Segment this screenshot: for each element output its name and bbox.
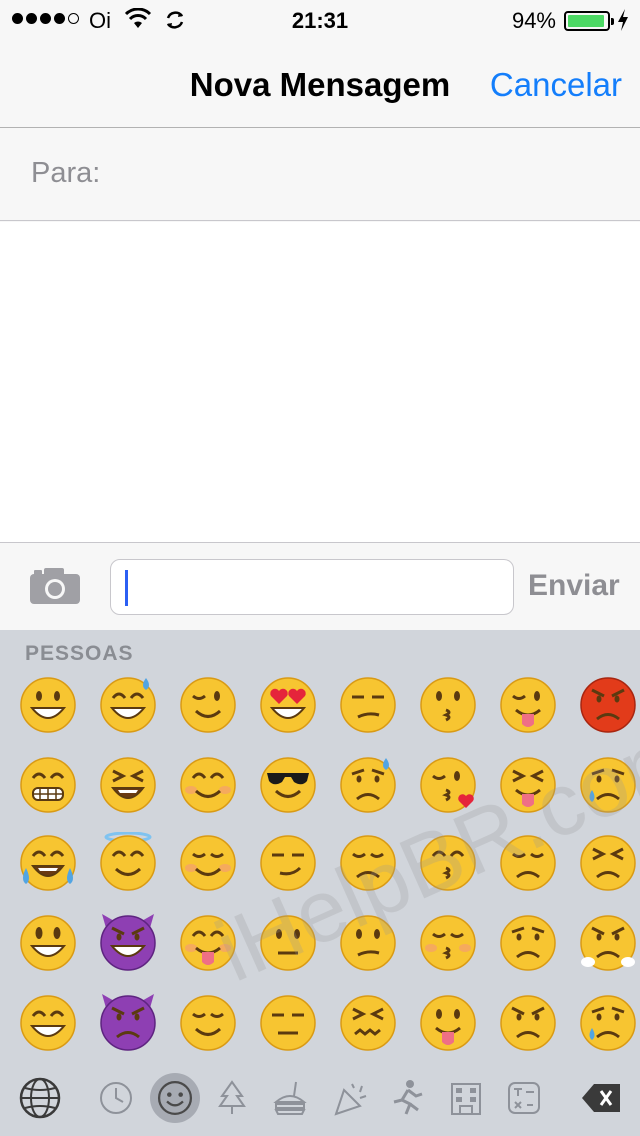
pensive-face[interactable] [338, 832, 398, 892]
disappointed-face[interactable] [498, 832, 558, 892]
message-thread-area [0, 222, 640, 542]
smiling-devil-face[interactable] [98, 912, 158, 972]
confounded-face[interactable] [338, 992, 398, 1052]
confused-face[interactable] [338, 912, 398, 972]
delete-icon[interactable] [578, 1076, 622, 1120]
laughing-squint-face[interactable] [98, 754, 158, 814]
grinning-face[interactable] [18, 674, 78, 734]
kissing-face[interactable] [418, 674, 478, 734]
winking-face[interactable] [178, 674, 238, 734]
heart-eyes-face[interactable] [258, 674, 318, 734]
recent-clock-icon[interactable] [94, 1076, 138, 1120]
grimacing-face[interactable] [18, 754, 78, 814]
sad-sweat-face[interactable] [578, 992, 638, 1052]
smiley-icon[interactable] [150, 1073, 200, 1123]
nature-tree-icon[interactable] [210, 1076, 254, 1120]
halo-face[interactable] [98, 832, 158, 892]
triumph-face[interactable] [578, 912, 638, 972]
crying-face[interactable] [578, 754, 638, 814]
yummy-face[interactable] [178, 912, 238, 972]
recipient-field[interactable]: Para: [0, 129, 640, 221]
squinting-tongue-face[interactable] [498, 754, 558, 814]
blowing-kiss-face[interactable] [418, 754, 478, 814]
tears-of-joy-face[interactable] [18, 832, 78, 892]
angry-devil-face[interactable] [98, 992, 158, 1052]
cold-sweat-face[interactable] [338, 754, 398, 814]
celebration-icon[interactable] [328, 1076, 372, 1120]
winking-tongue-face[interactable] [498, 674, 558, 734]
smiling-blush-face[interactable] [178, 754, 238, 814]
status-bar: Oi 21:31 94% [0, 0, 640, 40]
unamused-face[interactable] [338, 674, 398, 734]
text-caret [125, 570, 128, 606]
relieved-content-face[interactable] [178, 992, 238, 1052]
battery-percentage: 94% [511, 8, 556, 33]
kissing-closed-eyes-face[interactable] [418, 912, 478, 972]
camera-icon[interactable] [28, 566, 82, 606]
cancel-button[interactable]: Cancelar [490, 66, 622, 104]
neutral-face[interactable] [258, 912, 318, 972]
navigation-bar: Nova Mensagem Cancelar [0, 40, 640, 128]
recipient-label: Para: [31, 157, 101, 189]
send-button[interactable]: Enviar [528, 569, 620, 603]
kissing-smiling-eyes-face[interactable] [418, 832, 478, 892]
emoji-category-label: PESSOAS [25, 642, 134, 665]
relieved-face[interactable] [178, 832, 238, 892]
smirking-face[interactable] [258, 832, 318, 892]
persevering-face[interactable] [578, 832, 638, 892]
sunglasses-face[interactable] [258, 754, 318, 814]
angry-face[interactable] [498, 992, 558, 1052]
places-building-icon[interactable] [444, 1076, 488, 1120]
grinning-sweat-face[interactable] [98, 674, 158, 734]
expressionless-face[interactable] [258, 992, 318, 1052]
charging-bolt-icon [618, 9, 628, 31]
globe-icon[interactable] [18, 1076, 62, 1120]
pouting-red-face[interactable] [578, 674, 638, 734]
emoji-keyboard: PESSOAS iHelpBR.com [0, 630, 640, 1136]
battery-icon [564, 11, 614, 31]
compose-bar: Enviar [0, 542, 640, 630]
worried-face[interactable] [498, 912, 558, 972]
grinning-open-face[interactable] [18, 992, 78, 1052]
activity-runner-icon[interactable] [384, 1076, 428, 1120]
food-icon[interactable] [268, 1076, 312, 1120]
message-input[interactable] [110, 559, 514, 615]
tongue-out-face[interactable] [418, 992, 478, 1052]
smiling-open-face[interactable] [18, 912, 78, 972]
keyboard-category-bar [0, 1066, 640, 1136]
symbols-icon[interactable] [502, 1076, 546, 1120]
